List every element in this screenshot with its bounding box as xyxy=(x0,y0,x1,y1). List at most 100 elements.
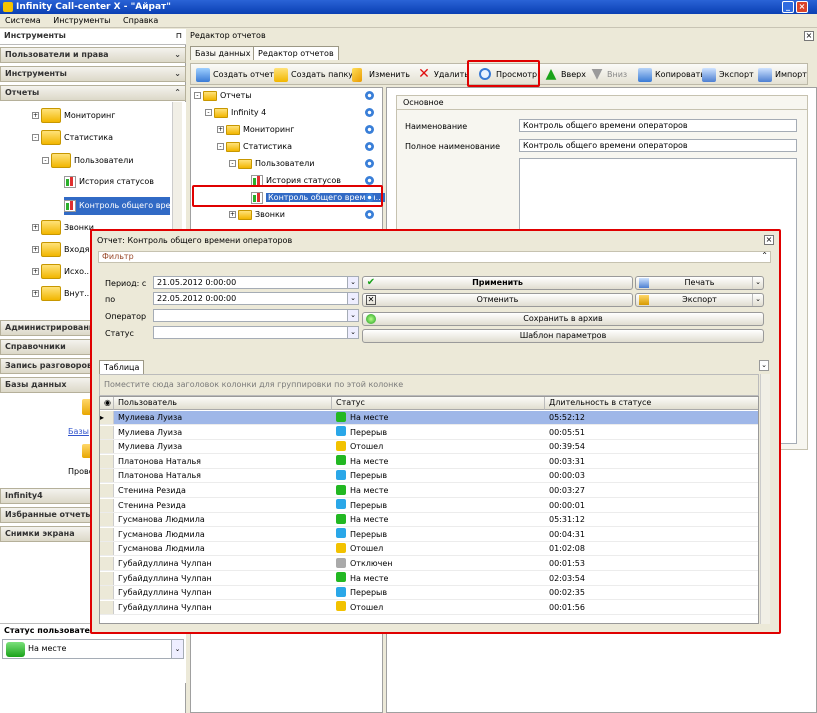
properties-tab-main[interactable]: Основное xyxy=(397,96,807,110)
folder-icon xyxy=(226,141,240,152)
tree-item-internal[interactable]: + Внут... xyxy=(32,286,92,301)
user-status-combo[interactable]: На месте ⌄ xyxy=(2,639,184,659)
full-name-field[interactable]: Контроль общего времени операторов xyxy=(519,139,797,152)
move-down-button[interactable]: ▼ Вниз xyxy=(589,67,628,83)
close-icon[interactable]: × xyxy=(796,1,808,13)
section-label: Пользователи и права xyxy=(5,50,109,59)
status-green-icon xyxy=(6,642,25,657)
tree-label: Внут... xyxy=(64,289,92,298)
export-icon xyxy=(702,68,716,82)
window-titlebar: Infinity Call-center X - "Айрат" _ × xyxy=(0,0,817,14)
window-title: Infinity Call-center X - "Айрат" xyxy=(16,2,171,12)
button-label: Изменить xyxy=(369,70,410,79)
tree-item-statistics[interactable]: - Статистика xyxy=(32,130,113,145)
tree-item-monitoring[interactable]: + Мониторинг xyxy=(32,108,116,123)
section-label: Infinity4 xyxy=(5,491,43,500)
expand-icon[interactable]: + xyxy=(217,126,224,133)
folder-icon xyxy=(238,209,252,220)
copy-button[interactable]: Копировать xyxy=(637,67,705,83)
db-item-bases[interactable]: Базы xyxy=(68,427,89,436)
tree-label: Статистика xyxy=(243,142,292,151)
pencil-icon xyxy=(352,68,362,82)
tree-label: История статусов xyxy=(266,176,341,185)
close-icon[interactable]: × xyxy=(804,31,814,41)
tree-item-outgoing[interactable]: + Исхо... xyxy=(32,264,92,279)
copy-icon xyxy=(638,68,652,82)
report-editor-title: Редактор отчетов xyxy=(190,31,266,40)
highlight-dialog xyxy=(90,229,781,634)
tree-item-users[interactable]: - Пользователи xyxy=(42,153,133,168)
full-name-label: Полное наименование xyxy=(405,142,500,151)
collapse-icon[interactable]: - xyxy=(32,134,39,141)
tree-label: Исхо... xyxy=(64,267,92,276)
tree-item-status-history[interactable]: История статусов xyxy=(64,175,154,189)
chevron-down-icon[interactable]: ⌄ xyxy=(171,640,183,658)
expand-icon[interactable]: + xyxy=(32,290,39,297)
pin-icon[interactable]: ⊓ xyxy=(176,29,182,43)
tree-label: Пользователи xyxy=(255,159,315,168)
export-button[interactable]: Экспорт xyxy=(701,67,754,83)
gear-icon[interactable] xyxy=(365,176,374,185)
move-up-button[interactable]: ▲ Вверх xyxy=(543,67,586,83)
tree-item-calls[interactable]: + Звонки xyxy=(32,220,94,235)
menu-help[interactable]: Справка xyxy=(118,14,163,28)
user-status-value: На месте xyxy=(28,644,67,653)
gear-icon[interactable] xyxy=(365,210,374,219)
gear-icon[interactable] xyxy=(365,91,374,100)
section-label: Запись разговоров xyxy=(5,361,93,370)
import-button[interactable]: Импорт xyxy=(757,67,807,83)
tree-item-statistics[interactable]: - Статистика xyxy=(217,140,379,154)
expand-icon[interactable]: + xyxy=(229,211,236,218)
tab-report-editor[interactable]: Редактор отчетов xyxy=(253,46,339,60)
highlight-preview-button xyxy=(467,60,540,87)
collapse-icon[interactable]: - xyxy=(229,160,236,167)
tree-item-incoming[interactable]: + Входя... xyxy=(32,242,97,257)
section-tools[interactable]: Инструменты ⌄ xyxy=(0,66,186,82)
expand-icon[interactable]: + xyxy=(32,112,39,119)
tree-item-calls[interactable]: + Звонки xyxy=(229,208,379,222)
menu-system[interactable]: Система xyxy=(0,14,46,28)
minimize-icon[interactable]: _ xyxy=(782,1,794,13)
report-icon xyxy=(196,68,210,82)
collapse-icon[interactable]: - xyxy=(42,157,49,164)
gear-icon[interactable] xyxy=(365,142,374,151)
gear-icon[interactable] xyxy=(365,125,374,134)
section-users-rights[interactable]: Пользователи и права ⌄ xyxy=(0,47,186,63)
user-status-title: Статус пользователя xyxy=(4,626,101,635)
tree-item-infinity4[interactable]: - Infinity 4 xyxy=(205,106,379,120)
gear-icon[interactable] xyxy=(365,108,374,117)
tab-databases[interactable]: Базы данных xyxy=(190,46,256,60)
gear-icon[interactable] xyxy=(365,159,374,168)
button-label: Создать отчет xyxy=(213,70,274,79)
collapse-icon[interactable]: - xyxy=(217,143,224,150)
section-label: Базы данных xyxy=(5,380,67,389)
tree-label: Звонки xyxy=(255,210,285,219)
button-label: Вниз xyxy=(607,70,628,79)
tree-item-total-time-control[interactable]: Контроль общего вре... xyxy=(64,197,178,215)
folder-icon xyxy=(41,242,61,257)
tree-item-monitoring[interactable]: + Мониторинг xyxy=(217,123,379,137)
tree-item-users[interactable]: - Пользователи xyxy=(229,157,379,171)
folder-icon xyxy=(41,264,61,279)
folder-icon xyxy=(203,90,217,101)
section-label: Отчеты xyxy=(5,88,40,97)
collapse-icon[interactable]: - xyxy=(205,109,212,116)
expand-icon[interactable]: + xyxy=(32,268,39,275)
name-field[interactable]: Контроль общего времени операторов xyxy=(519,119,797,132)
section-label: Инструменты xyxy=(5,69,67,78)
expand-icon[interactable]: + xyxy=(32,224,39,231)
tree-label: История статусов xyxy=(79,177,154,186)
edit-button[interactable]: Изменить xyxy=(351,67,410,83)
chevron-down-icon: ⌄ xyxy=(174,50,181,59)
delete-button[interactable]: ✕ Удалить xyxy=(416,67,469,83)
create-report-button[interactable]: Создать отчет xyxy=(195,67,274,83)
create-folder-button[interactable]: Создать папку xyxy=(273,67,353,83)
button-label: Импорт xyxy=(775,70,807,79)
expand-icon[interactable]: + xyxy=(32,246,39,253)
section-reports[interactable]: Отчеты ⌃ xyxy=(0,85,186,101)
tree-item-reports[interactable]: - Отчеты xyxy=(194,89,379,103)
tree-label: Контроль общего вре... xyxy=(79,201,179,210)
delete-icon: ✕ xyxy=(418,66,430,82)
collapse-icon[interactable]: - xyxy=(194,92,201,99)
menu-tools[interactable]: Инструменты xyxy=(48,14,115,28)
